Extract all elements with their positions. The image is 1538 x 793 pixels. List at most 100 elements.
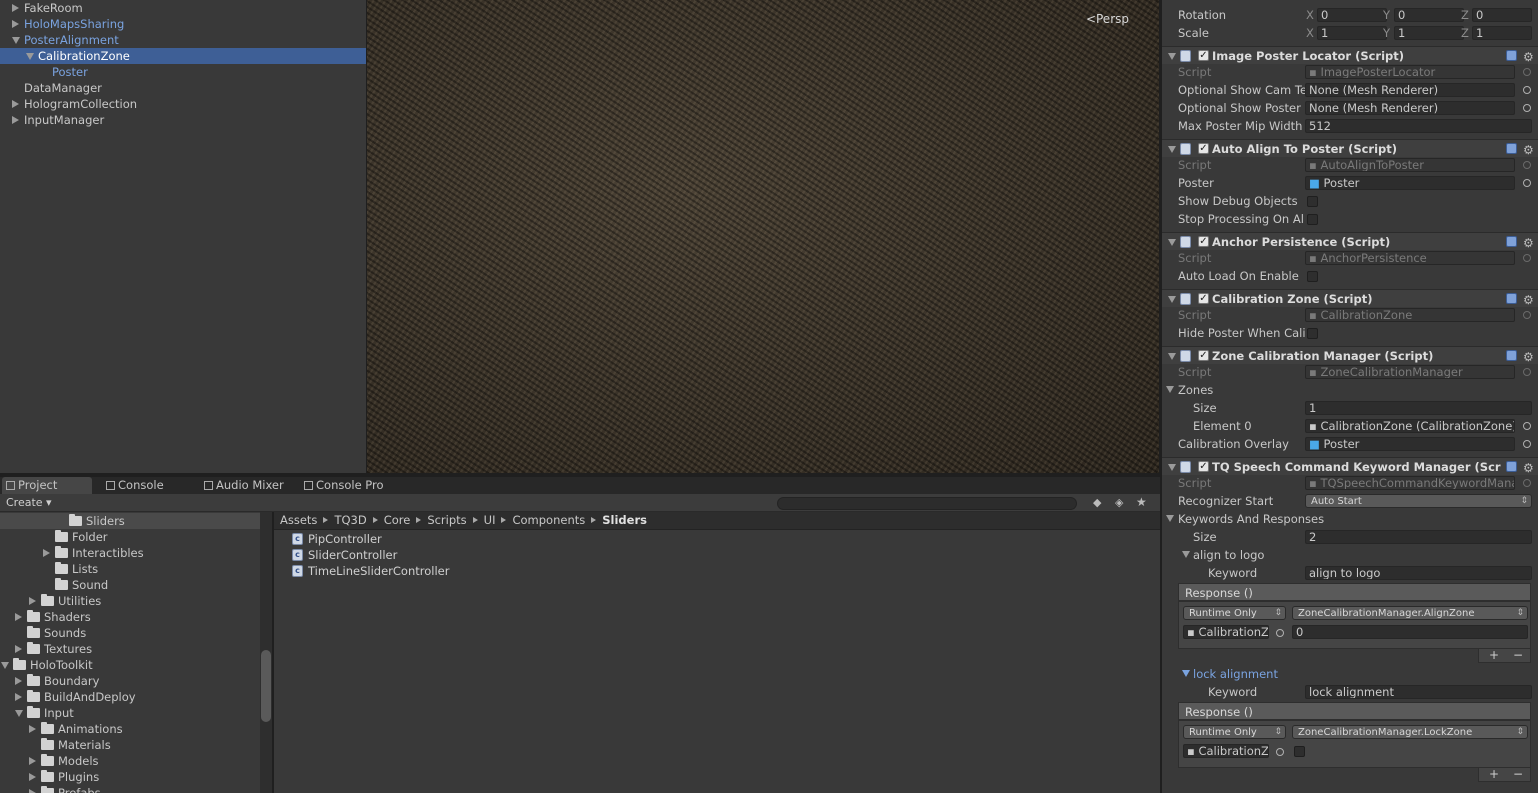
argument-checkbox[interactable] [1294, 746, 1305, 757]
component-header-anchor-persistence[interactable]: ✓ Anchor Persistence (Script) ⚙ [1162, 232, 1538, 250]
folder-tree-item[interactable]: HoloToolkit [0, 657, 260, 673]
collapse-arrow-icon[interactable] [1168, 146, 1176, 153]
target-object-field[interactable]: ▪ CalibrationZ [1183, 744, 1269, 758]
folder-tree-item[interactable]: Lists [0, 561, 260, 577]
script-file[interactable]: c PipController [292, 531, 382, 547]
component-enabled-checkbox[interactable]: ✓ [1198, 293, 1209, 304]
keyword-element-lock[interactable]: lock alignment [1162, 665, 1538, 683]
expand-arrow-icon[interactable] [1166, 515, 1174, 522]
component-header-speech-keyword-manager[interactable]: ✓ TQ Speech Command Keyword Manager (Scr… [1162, 457, 1538, 475]
tab-audio-mixer[interactable]: Audio Mixer [200, 477, 300, 494]
collapse-arrow-icon[interactable] [1168, 239, 1176, 246]
zones-row[interactable]: Zones [1162, 381, 1538, 399]
breadcrumb-item[interactable]: Core [384, 513, 411, 527]
object-picker-icon[interactable] [1523, 254, 1531, 262]
component-header-zone-calibration-manager[interactable]: ✓ Zone Calibration Manager (Script) ⚙ [1162, 346, 1538, 364]
tab-console-pro[interactable]: Console Pro [300, 477, 400, 494]
object-picker-icon[interactable] [1523, 86, 1531, 94]
optional-poster-field[interactable]: None (Mesh Renderer) [1305, 101, 1515, 115]
component-enabled-checkbox[interactable]: ✓ [1198, 236, 1209, 247]
keyword-element-align[interactable]: align to logo [1162, 546, 1538, 564]
element0-field[interactable]: ▪ CalibrationZone (CalibrationZone) [1305, 419, 1515, 433]
argument-field[interactable]: 0 [1292, 625, 1528, 639]
breadcrumb-item[interactable]: Sliders [602, 513, 647, 527]
collapse-arrow-icon[interactable] [1168, 353, 1176, 360]
component-enabled-checkbox[interactable]: ✓ [1198, 143, 1209, 154]
help-book-icon[interactable] [1506, 350, 1517, 361]
breadcrumb-item[interactable]: Scripts [427, 513, 466, 527]
runtime-dropdown[interactable]: Runtime Only [1183, 606, 1286, 620]
script-field[interactable]: ▪ AnchorPersistence [1305, 251, 1515, 265]
hierarchy-item[interactable]: HoloMapsSharing [0, 16, 366, 32]
collapse-arrow-icon[interactable] [1168, 464, 1176, 471]
show-debug-checkbox[interactable] [1307, 196, 1318, 207]
poster-field[interactable]: ■ Poster [1305, 176, 1515, 190]
rotation-y-field[interactable]: 0 [1394, 8, 1464, 22]
hierarchy-item[interactable]: InputManager [0, 112, 366, 128]
help-book-icon[interactable] [1506, 50, 1517, 61]
object-picker-icon[interactable] [1523, 311, 1531, 319]
auto-load-checkbox[interactable] [1307, 271, 1318, 282]
target-object-field[interactable]: ▪ CalibrationZ [1183, 625, 1269, 639]
collapsed-arrow-icon[interactable] [15, 693, 22, 701]
help-book-icon[interactable] [1506, 236, 1517, 247]
component-enabled-checkbox[interactable]: ✓ [1198, 50, 1209, 61]
recognizer-start-dropdown[interactable]: Auto Start [1305, 494, 1532, 508]
remove-button[interactable]: − [1513, 649, 1523, 661]
folder-tree-item[interactable]: Boundary [0, 673, 260, 689]
keyword1-field[interactable]: align to logo [1305, 566, 1532, 580]
object-picker-icon[interactable] [1523, 440, 1531, 448]
keywords-row[interactable]: Keywords And Responses [1162, 510, 1538, 528]
label-icon[interactable]: ◈ [1115, 496, 1123, 509]
breadcrumb-item[interactable]: Assets [280, 513, 317, 527]
object-picker-icon[interactable] [1523, 179, 1531, 187]
create-button[interactable]: Create ▾ [2, 496, 58, 510]
max-mip-width-field[interactable]: 512 [1305, 119, 1532, 133]
collapsed-arrow-icon[interactable] [12, 100, 19, 108]
folder-tree-item[interactable]: Interactibles [0, 545, 260, 561]
script-field[interactable]: ▪ TQSpeechCommandKeywordMana [1305, 476, 1515, 490]
scale-y-field[interactable]: 1 [1394, 26, 1464, 40]
object-picker-icon[interactable] [1523, 161, 1531, 169]
collapsed-arrow-icon[interactable] [12, 20, 19, 28]
hierarchy-item[interactable]: Poster [0, 64, 366, 80]
scale-x-field[interactable]: 1 [1317, 26, 1387, 40]
hierarchy-item[interactable]: PosterAlignment [0, 32, 366, 48]
folder-tree-item[interactable]: Animations [0, 721, 260, 737]
object-picker-icon[interactable] [1523, 68, 1531, 76]
rotation-z-field[interactable]: 0 [1472, 8, 1532, 22]
method-dropdown[interactable]: ZoneCalibrationManager.AlignZone [1292, 606, 1528, 620]
help-book-icon[interactable] [1506, 143, 1517, 154]
collapsed-arrow-icon[interactable] [29, 757, 36, 765]
folder-tree-item[interactable]: Plugins [0, 769, 260, 785]
collapsed-arrow-icon[interactable] [29, 725, 36, 733]
hierarchy-item[interactable]: FakeRoom [0, 0, 366, 16]
folder-tree-item[interactable]: Sliders [0, 513, 260, 529]
hierarchy-item[interactable]: DataManager [0, 80, 366, 96]
tab-project[interactable]: Project [2, 477, 92, 494]
optional-cam-field[interactable]: None (Mesh Renderer) [1305, 83, 1515, 97]
collapsed-arrow-icon[interactable] [15, 677, 22, 685]
breadcrumb-item[interactable]: Components [512, 513, 585, 527]
rotation-x-field[interactable]: 0 [1317, 8, 1387, 22]
script-field[interactable]: ▪ CalibrationZone [1305, 308, 1515, 322]
keyword2-field[interactable]: lock alignment [1305, 685, 1532, 699]
collapsed-arrow-icon[interactable] [12, 116, 19, 124]
filter-type-icon[interactable]: ◆ [1093, 496, 1101, 509]
folder-tree-item[interactable]: Textures [0, 641, 260, 657]
folder-tree-item[interactable]: Prefabs [0, 785, 260, 793]
folder-tree-item[interactable]: Input [0, 705, 260, 721]
stop-processing-checkbox[interactable] [1307, 214, 1318, 225]
collapse-arrow-icon[interactable] [1168, 296, 1176, 303]
method-dropdown[interactable]: ZoneCalibrationManager.LockZone [1292, 725, 1528, 739]
folder-tree-item[interactable]: Materials [0, 737, 260, 753]
object-picker-icon[interactable] [1523, 104, 1531, 112]
component-enabled-checkbox[interactable]: ✓ [1198, 461, 1209, 472]
object-picker-icon[interactable] [1276, 629, 1284, 637]
script-file[interactable]: c TimeLineSliderController [292, 563, 449, 579]
expand-arrow-icon[interactable] [1182, 551, 1190, 558]
expand-arrow-icon[interactable] [1182, 670, 1190, 677]
folder-tree-item[interactable]: Utilities [0, 593, 260, 609]
collapsed-arrow-icon[interactable] [29, 597, 36, 605]
script-field[interactable]: ▪ ImagePosterLocator [1305, 65, 1515, 79]
